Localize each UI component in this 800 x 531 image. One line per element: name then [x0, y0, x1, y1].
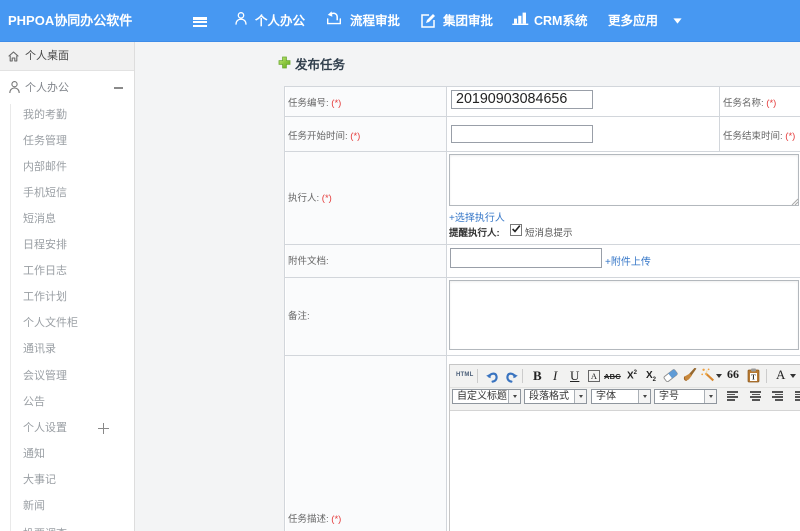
svg-text:T: T — [751, 374, 756, 382]
